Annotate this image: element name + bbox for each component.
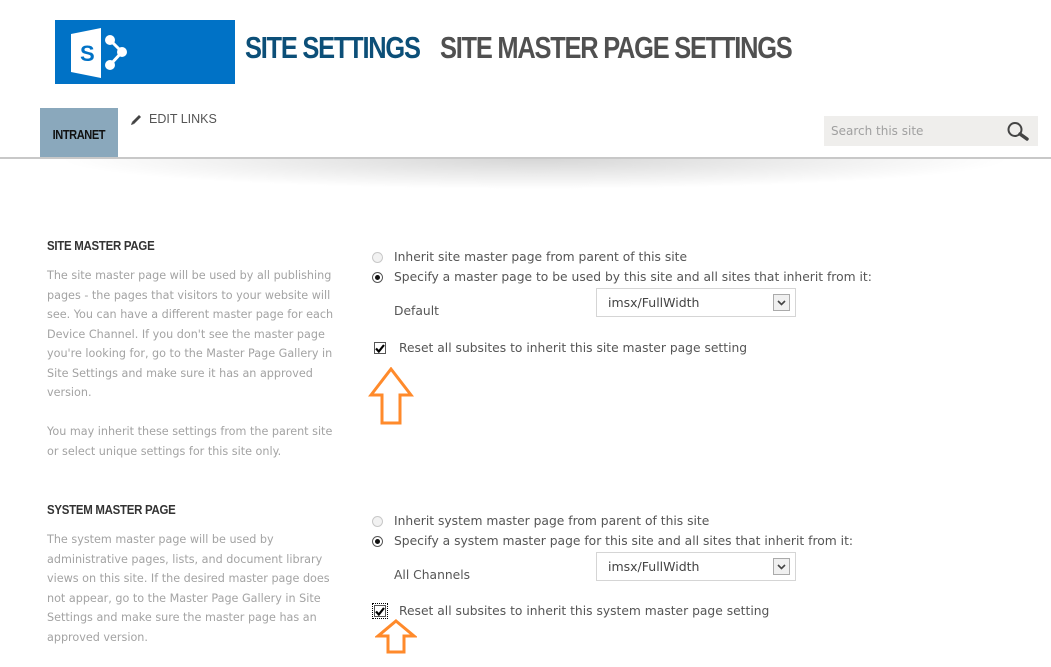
pencil-icon <box>131 114 141 125</box>
site-master-page-description: The site master page will be used by all… <box>47 266 347 481</box>
checkmark-icon <box>375 343 385 353</box>
system-reset-subsites-label: Reset all subsites to inherit this syste… <box>399 604 770 618</box>
system-master-page-select[interactable]: imsx/FullWidth <box>596 552 796 581</box>
site-inherit-label: Inherit site master page from parent of … <box>394 250 688 264</box>
system-master-page-description: The system master page will be used by a… <box>47 530 347 667</box>
annotation-arrow-icon <box>368 367 414 425</box>
system-specify-option[interactable]: Specify a system master page for this si… <box>372 534 853 548</box>
system-master-page-heading: SYSTEM MASTER PAGE <box>47 502 176 517</box>
annotation-arrow-icon <box>375 619 417 654</box>
description-paragraph: You may inherit these settings from the … <box>47 425 333 458</box>
system-inherit-label: Inherit system master page from parent o… <box>394 514 710 528</box>
site-master-page-value: imsx/FullWidth <box>608 295 700 310</box>
system-channel-label: All Channels <box>394 568 471 582</box>
site-channel-label: Default <box>394 304 439 318</box>
site-reset-subsites-option[interactable]: Reset all subsites to inherit this site … <box>374 341 747 355</box>
chevron-down-icon[interactable] <box>773 558 790 575</box>
system-specify-label: Specify a system master page for this si… <box>394 534 854 548</box>
site-master-page-select[interactable]: imsx/FullWidth <box>596 288 796 317</box>
site-inherit-option[interactable]: Inherit site master page from parent of … <box>372 250 687 264</box>
site-specify-label: Specify a master page to be used by this… <box>394 270 872 284</box>
system-inherit-option[interactable]: Inherit system master page from parent o… <box>372 514 709 528</box>
description-paragraph: The system master page will be used by a… <box>47 533 330 644</box>
site-reset-subsites-label: Reset all subsites to inherit this site … <box>399 341 748 355</box>
system-reset-subsites-option[interactable]: Reset all subsites to inherit this syste… <box>372 603 770 619</box>
breadcrumb-site-settings[interactable]: SITE SETTINGS <box>245 30 421 66</box>
system-master-page-value: imsx/FullWidth <box>608 559 700 574</box>
description-paragraph: The site master page will be used by all… <box>47 269 334 399</box>
nav-item-intranet[interactable]: INTRANET <box>40 108 118 158</box>
system-specify-radio[interactable] <box>372 535 383 547</box>
checkmark-icon <box>375 606 385 616</box>
search-box <box>824 116 1038 146</box>
site-specify-radio[interactable] <box>372 271 383 283</box>
site-specify-option[interactable]: Specify a master page to be used by this… <box>372 270 872 284</box>
sharepoint-icon: S <box>71 28 127 78</box>
svg-text:S: S <box>80 41 95 66</box>
system-inherit-radio[interactable] <box>372 515 383 527</box>
edit-links-label: EDIT LINKS <box>149 112 217 126</box>
sharepoint-logo[interactable]: S <box>55 20 235 84</box>
page-title: SITE MASTER PAGE SETTINGS <box>440 30 793 65</box>
header-shadow <box>60 159 1010 189</box>
site-inherit-radio[interactable] <box>372 251 383 263</box>
search-input[interactable] <box>824 116 1001 146</box>
nav-item-label: INTRANET <box>52 126 106 142</box>
search-icon[interactable] <box>1006 121 1032 141</box>
chevron-down-icon[interactable] <box>773 294 790 311</box>
site-reset-subsites-checkbox[interactable] <box>374 342 386 354</box>
system-reset-subsites-checkbox[interactable] <box>372 603 388 619</box>
edit-links-button[interactable]: EDIT LINKS <box>130 112 217 126</box>
site-master-page-heading: SITE MASTER PAGE <box>47 238 155 253</box>
